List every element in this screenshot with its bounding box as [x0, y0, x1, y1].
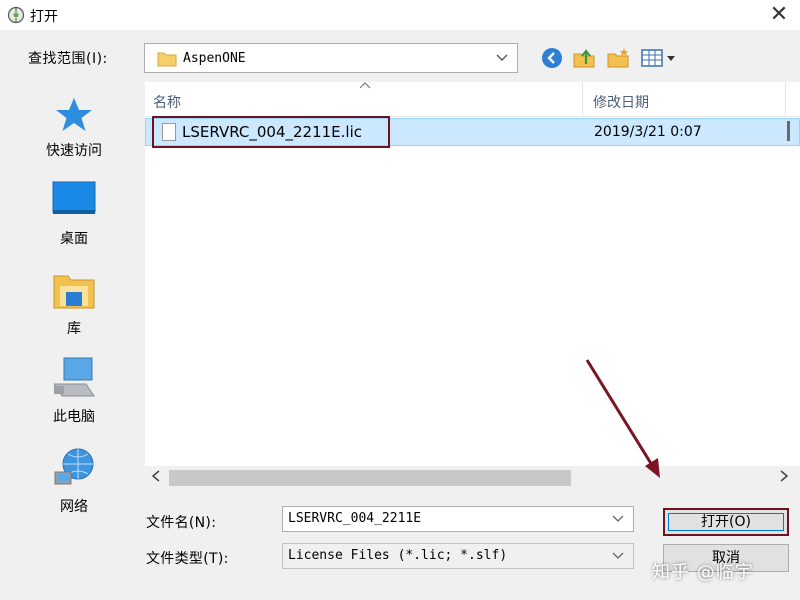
place-label: 快速访问 — [46, 143, 102, 159]
network-icon — [54, 448, 94, 485]
sort-ascending-icon — [359, 82, 371, 89]
view-menu-icon[interactable] — [640, 46, 680, 70]
look-in-value: AspenONE — [183, 51, 246, 66]
file-type-value: License Files (*.lic; *.slf) — [288, 548, 508, 563]
place-label: 桌面 — [60, 231, 88, 247]
annotation-highlight-box — [152, 116, 390, 148]
file-type-dropdown[interactable]: License Files (*.lic; *.slf) — [282, 543, 634, 569]
place-this-pc[interactable]: 此电脑 — [14, 356, 134, 428]
file-modified-date: 2019/3/21 0:07 — [594, 124, 702, 140]
column-header-modified[interactable]: 修改日期 — [593, 92, 649, 112]
look-in-dropdown[interactable]: AspenONE — [144, 43, 518, 73]
desktop-icon — [52, 181, 96, 214]
open-button-label: 打开(O) — [701, 514, 751, 530]
open-button[interactable]: 打开(O) — [663, 508, 789, 536]
place-label: 网络 — [60, 499, 88, 515]
scroll-right-icon[interactable] — [773, 466, 795, 490]
star-icon — [56, 98, 92, 131]
row-edge-marker — [787, 121, 790, 141]
close-icon: ✕ — [769, 2, 789, 27]
place-label: 此电脑 — [53, 409, 95, 425]
up-folder-icon[interactable] — [572, 46, 596, 70]
place-library[interactable]: 库 — [14, 268, 134, 340]
library-icon — [53, 275, 95, 309]
file-name-value: LSERVRC_004_2211E — [288, 511, 422, 526]
app-icon — [7, 6, 25, 24]
file-type-label: 文件类型(T): — [146, 551, 229, 567]
place-label: 库 — [67, 321, 81, 337]
file-list[interactable]: 名称 修改日期 LSERVRC_004_2211E.lic 2019/3/21 … — [145, 82, 800, 490]
scroll-left-icon[interactable] — [145, 466, 167, 490]
watermark: 知乎 @临宇 — [652, 562, 754, 583]
back-icon[interactable] — [540, 46, 564, 70]
file-name-input[interactable]: LSERVRC_004_2211E — [282, 506, 634, 532]
window-title: 打开 — [30, 9, 58, 25]
column-header-name[interactable]: 名称 — [153, 92, 181, 112]
place-network[interactable]: 网络 — [14, 446, 134, 518]
scrollbar-thumb[interactable] — [169, 470, 571, 486]
list-header: 名称 修改日期 — [145, 82, 800, 117]
close-button[interactable]: ✕ — [762, 2, 796, 28]
column-divider[interactable] — [582, 82, 583, 116]
look-in-label: 查找范围(I): — [28, 51, 108, 67]
file-name-label: 文件名(N): — [146, 515, 217, 531]
place-quick-access[interactable]: 快速访问 — [14, 90, 134, 162]
place-desktop[interactable]: 桌面 — [14, 178, 134, 250]
places-bar: 快速访问 桌面 库 此电脑 网络 — [14, 82, 134, 522]
horizontal-scrollbar[interactable] — [145, 466, 800, 490]
folder-icon — [157, 52, 177, 67]
column-divider[interactable] — [785, 82, 786, 116]
chevron-down-icon — [496, 54, 508, 61]
computer-icon — [53, 357, 95, 397]
chevron-down-icon[interactable] — [611, 511, 625, 527]
chevron-down-icon — [612, 552, 624, 559]
new-folder-icon[interactable] — [606, 46, 630, 70]
title-bar: 打开 ✕ — [0, 0, 800, 30]
